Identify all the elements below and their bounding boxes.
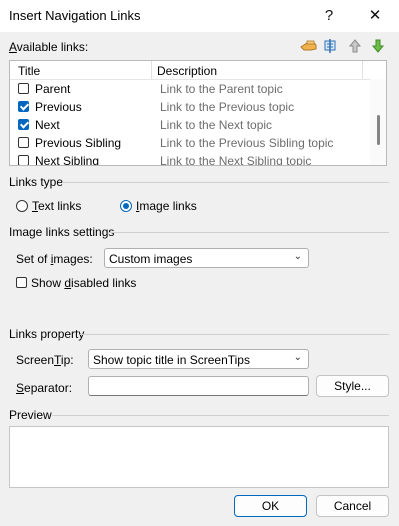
show-disabled-links-label: Show disabled links: [31, 276, 137, 290]
window-title: Insert Navigation Links: [9, 8, 141, 23]
list-item[interactable]: Previous Link to the Previous topic: [10, 98, 370, 116]
image-links-label: Image links: [136, 199, 197, 213]
column-divider[interactable]: [362, 61, 363, 79]
column-divider[interactable]: [151, 61, 152, 79]
radio-circle[interactable]: [16, 200, 28, 212]
separator-label: Separator:: [16, 381, 73, 395]
chevron-down-icon: ⌄: [293, 352, 302, 363]
available-links-list[interactable]: Title Description Parent Link to the Par…: [9, 60, 387, 166]
link-description: Link to the Previous topic: [160, 100, 295, 114]
vertical-scrollbar[interactable]: [370, 79, 386, 165]
align-icon[interactable]: [322, 38, 340, 54]
link-title: Next: [35, 118, 60, 132]
screentip-value: Show topic title in ScreenTips: [93, 353, 250, 367]
scrollbar-thumb[interactable]: [377, 115, 380, 145]
column-header-title[interactable]: Title: [18, 64, 40, 78]
list-item[interactable]: Parent Link to the Parent topic: [10, 80, 370, 98]
checkbox-box[interactable]: [16, 277, 27, 288]
link-title: Previous Sibling: [35, 136, 122, 150]
screentip-dropdown[interactable]: Show topic title in ScreenTips ⌄: [88, 349, 309, 369]
arrow-down-icon[interactable]: [369, 38, 387, 54]
list-header: Title Description: [10, 61, 370, 80]
link-title: Parent: [35, 82, 71, 96]
available-links-label: Available links:: [9, 40, 89, 54]
ok-button[interactable]: OK: [234, 495, 307, 517]
row-checkbox[interactable]: [18, 119, 29, 130]
section-divider: [80, 334, 389, 335]
link-description: Link to the Next Sibling topic: [160, 154, 312, 166]
row-checkbox[interactable]: [18, 83, 29, 94]
preview-heading: Preview: [9, 408, 52, 422]
style-button[interactable]: Style...: [316, 375, 389, 397]
separator-input[interactable]: [88, 376, 309, 396]
section-divider: [108, 232, 389, 233]
section-divider: [52, 415, 389, 416]
cancel-button[interactable]: Cancel: [316, 495, 389, 517]
links-type-heading: Links type: [9, 175, 64, 189]
set-of-images-dropdown[interactable]: Custom images ⌄: [104, 248, 309, 268]
text-links-label: Text links: [32, 199, 82, 213]
preview-area: [9, 426, 389, 488]
screentip-label: ScreenTip:: [16, 353, 74, 367]
hand-pointer-icon[interactable]: [300, 38, 318, 54]
radio-circle[interactable]: [120, 200, 132, 212]
row-checkbox[interactable]: [18, 137, 29, 148]
link-description: Link to the Previous Sibling topic: [160, 136, 334, 150]
link-description: Link to the Parent topic: [160, 82, 283, 96]
set-of-images-value: Custom images: [109, 252, 193, 266]
image-links-settings-heading: Image links settings: [9, 225, 115, 239]
close-button[interactable]: ✕: [353, 0, 397, 32]
set-of-images-label: Set of images:: [16, 252, 93, 266]
link-description: Link to the Next topic: [160, 118, 273, 132]
list-item[interactable]: Next Sibling Link to the Next Sibling to…: [10, 152, 370, 166]
row-checkbox[interactable]: [18, 101, 29, 112]
help-button[interactable]: ?: [307, 0, 351, 32]
section-divider: [62, 182, 389, 183]
list-item[interactable]: Next Link to the Next topic: [10, 116, 370, 134]
arrow-up-icon[interactable]: [346, 38, 364, 54]
column-header-description[interactable]: Description: [157, 64, 217, 78]
list-item[interactable]: Previous Sibling Link to the Previous Si…: [10, 134, 370, 152]
chevron-down-icon: ⌄: [293, 251, 302, 262]
links-property-heading: Links property: [9, 327, 85, 341]
row-checkbox[interactable]: [18, 155, 29, 165]
link-title: Previous: [35, 100, 82, 114]
link-title: Next Sibling: [35, 154, 100, 166]
